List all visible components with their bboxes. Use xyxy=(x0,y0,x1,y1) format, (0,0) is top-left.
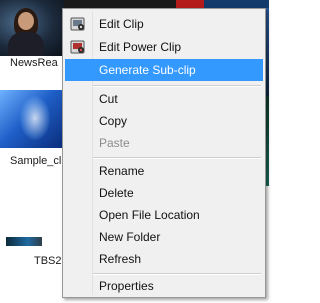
menu-item-copy[interactable]: Copy xyxy=(65,110,263,132)
menu-item-label: Properties xyxy=(99,279,154,293)
menu-item-label: Refresh xyxy=(99,252,142,266)
clip-thumbnail-partial xyxy=(204,0,269,8)
menu-item-label: Generate Sub-clip xyxy=(99,63,196,77)
edit-power-clip-icon xyxy=(70,39,86,55)
clip-thumbnail-sample[interactable] xyxy=(0,90,64,148)
clip-thumbnail-partial xyxy=(176,0,204,8)
menu-item-generate-sub-clip[interactable]: Generate Sub-clip xyxy=(65,59,263,81)
person-body xyxy=(8,32,44,56)
clip-thumbnail-newsreader[interactable] xyxy=(0,0,64,56)
menu-separator xyxy=(93,273,261,275)
clip-caption[interactable]: NewsRea xyxy=(10,57,58,69)
menu-item-label: Open File Location xyxy=(99,208,200,222)
light-glow xyxy=(20,96,50,140)
menu-item-refresh[interactable]: Refresh xyxy=(65,248,263,270)
menu-item-open-file-location[interactable]: Open File Location xyxy=(65,204,263,226)
menu-item-paste[interactable]: Paste xyxy=(65,132,263,154)
menu-item-label: New Folder xyxy=(99,230,161,244)
menu-item-delete[interactable]: Delete xyxy=(65,182,263,204)
menu-item-label: Rename xyxy=(99,164,145,178)
menu-item-label: Delete xyxy=(99,186,134,200)
edit-clip-icon xyxy=(70,16,86,32)
menu-item-label: Edit Power Clip xyxy=(99,40,182,54)
menu-item-label: Copy xyxy=(99,114,128,128)
menu-item-label: Paste xyxy=(99,136,130,150)
menu-item-rename[interactable]: Rename xyxy=(65,160,263,182)
clip-caption[interactable]: TBS2 xyxy=(34,255,62,267)
clip-caption[interactable]: Sample_cl xyxy=(10,155,61,167)
menu-item-properties[interactable]: Properties xyxy=(65,275,263,297)
menu-item-new-folder[interactable]: New Folder xyxy=(65,226,263,248)
menu-item-cut[interactable]: Cut xyxy=(65,88,263,110)
menu-item-label: Cut xyxy=(99,92,118,106)
clip-thumbnail-tbs2[interactable] xyxy=(6,237,42,246)
menu-item-label: Edit Clip xyxy=(99,17,144,31)
menu-separator xyxy=(93,85,261,87)
context-menu: Edit Clip Edit Power Clip Generate Sub-c… xyxy=(62,8,266,298)
menu-item-edit-power-clip[interactable]: Edit Power Clip xyxy=(65,36,263,58)
menu-item-edit-clip[interactable]: Edit Clip xyxy=(65,13,263,35)
menu-separator xyxy=(93,157,261,159)
clip-thumbnail-partial xyxy=(64,0,176,8)
person-head xyxy=(18,12,34,30)
